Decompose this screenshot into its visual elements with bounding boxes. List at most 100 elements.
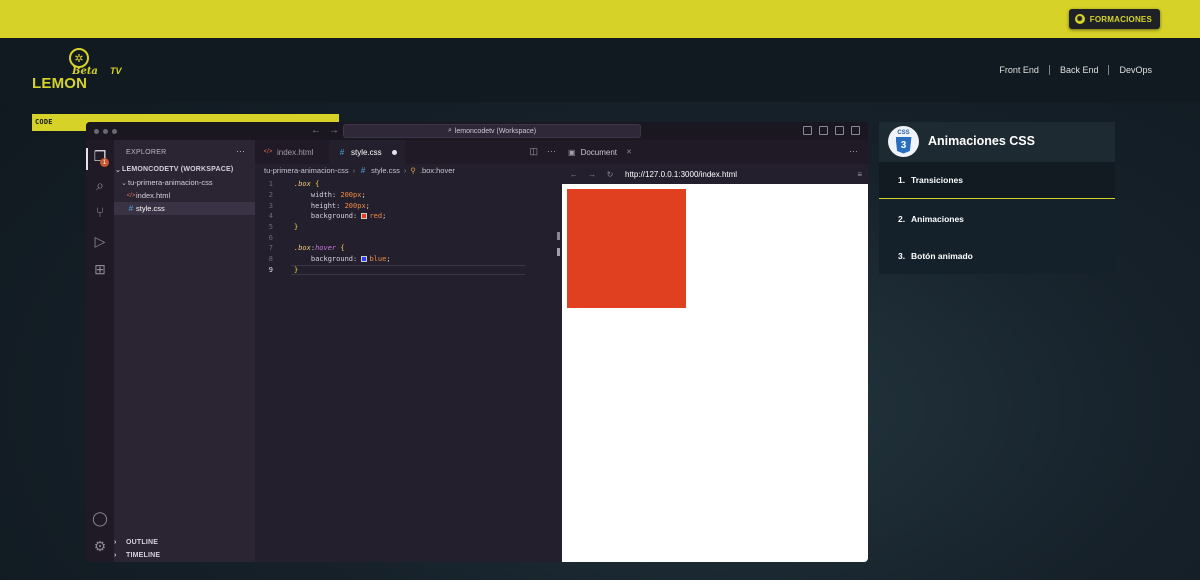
workspace-label: LEMONCODETV (WORKSPACE) [122, 166, 234, 173]
unsaved-dot-icon [391, 149, 397, 155]
code-line: 4 background: red; [268, 212, 387, 221]
main-nav: Front End Back End DevOps [989, 65, 1162, 75]
browser-viewport [562, 184, 868, 562]
settings-gear-icon[interactable]: ⚙ [92, 538, 108, 554]
history-arrows: ← → [311, 125, 339, 136]
breadcrumb-file[interactable]: style.css [371, 166, 400, 175]
code-area[interactable]: 1 .box { 2 width: 200px; 3 height: 200px;… [255, 179, 562, 276]
nav-front-end[interactable]: Front End [989, 65, 1049, 75]
run-debug-icon[interactable]: ▷ [92, 233, 108, 249]
nav-devops[interactable]: DevOps [1109, 65, 1162, 75]
explorer-badge: 1 [100, 158, 109, 167]
file-style-css[interactable]: # style.css [114, 202, 255, 215]
code-line: 5} [268, 223, 299, 232]
red-box[interactable] [567, 189, 686, 308]
lesson-label: Botón animado [911, 250, 973, 261]
minimap-marker [557, 232, 560, 240]
logo-wordmark: LEMON CODE [32, 75, 339, 131]
css-file-icon: # [360, 166, 366, 175]
source-control-icon[interactable]: ⑂ [92, 204, 108, 220]
workspace-root[interactable]: ⌄ LEMONCODETV (WORKSPACE) [114, 163, 255, 176]
html-file-icon: </> [126, 192, 136, 199]
outline-section[interactable]: › OUTLINE [114, 536, 255, 549]
account-icon[interactable]: ◯ [92, 510, 108, 526]
chevron-right-icon: › [403, 166, 407, 175]
lesson-item-transiciones[interactable]: 1. Transiciones [879, 162, 1115, 199]
toggle-panel-icon[interactable] [819, 126, 828, 135]
explorer-title: EXPLORER [126, 149, 167, 156]
more-actions-icon[interactable]: ··· [849, 146, 858, 156]
color-swatch-red[interactable] [361, 213, 368, 220]
formaciones-button[interactable]: ✺ FORMACIONES [1068, 9, 1160, 29]
code-line: 2 width: 200px; [268, 191, 366, 200]
search-icon: ⌕ [447, 127, 452, 134]
close-icon[interactable]: ✕ [626, 148, 632, 156]
timeline-section[interactable]: › TIMELINE [114, 549, 255, 562]
top-bar: ✺ FORMACIONES [0, 0, 1200, 38]
formaciones-label: FORMACIONES [1089, 14, 1152, 24]
split-editor-icon[interactable]: ◫ [529, 146, 538, 157]
course-header: CSS 3 Animaciones CSS [879, 122, 1115, 162]
color-swatch-blue[interactable] [361, 256, 368, 263]
html-file-icon: </> [263, 149, 273, 155]
vscode-window[interactable]: ← → ⌕ lemoncodetv (Workspace) ❐ 1 ⌕ ⑂ ▷ … [86, 122, 868, 562]
more-actions-icon[interactable]: ··· [547, 146, 556, 157]
command-center[interactable]: ⌕ lemoncodetv (Workspace) [343, 124, 641, 138]
code-editor[interactable]: </> index.html # style.css ◫ ··· tu-prim… [255, 140, 562, 562]
css-file-icon: # [128, 204, 134, 213]
tab-label: style.css [351, 147, 382, 157]
selector-icon: ⚲ [410, 166, 416, 175]
vscode-titlebar: ← → ⌕ lemoncodetv (Workspace) [86, 122, 868, 140]
breadcrumb-symbol[interactable]: .box:hover [420, 166, 455, 175]
lesson-number: 2. [898, 213, 906, 224]
editor-actions: ◫ ··· [529, 146, 556, 157]
back-arrow-icon[interactable]: ← [568, 170, 580, 179]
forward-arrow-icon[interactable]: → [586, 170, 598, 179]
explorer-sidebar: EXPLORER ··· ⌄ LEMONCODETV (WORKSPACE) ⌄… [114, 140, 255, 562]
layout-controls [803, 126, 860, 135]
minimap-marker [557, 248, 560, 256]
chevron-down-icon: ⌄ [114, 166, 122, 174]
folder-row[interactable]: ⌄ tu-primera-animacion-css [114, 176, 255, 189]
customize-layout-icon[interactable] [851, 126, 860, 135]
tab-index-html[interactable]: </> index.html [255, 140, 321, 164]
reload-icon[interactable]: ↻ [604, 170, 616, 179]
code-line: 7 .box:hover { [268, 244, 345, 253]
tab-label: index.html [277, 147, 314, 157]
course-panel: CSS 3 Animaciones CSS 1. Transiciones 2.… [879, 122, 1115, 276]
nav-back-end[interactable]: Back End [1050, 65, 1109, 75]
active-indicator [86, 148, 88, 170]
tab-document[interactable]: ▣ Document ✕ [568, 140, 632, 164]
outline-label: OUTLINE [126, 539, 159, 546]
breadcrumb-folder[interactable]: tu-primera-animacion-css [264, 166, 349, 175]
lesson-item-boton-animado[interactable]: 3. Botón animado [879, 237, 1115, 274]
code-line: 8 background: blue; [268, 255, 391, 264]
simple-browser[interactable]: ▣ Document ✕ ··· ← → ↻ http://127.0.0.1:… [562, 140, 868, 562]
lesson-item-animaciones[interactable]: 2. Animaciones [879, 200, 1115, 237]
browser-icon: ▣ [568, 147, 576, 157]
url-input[interactable]: http://127.0.0.1:3000/index.html [625, 170, 737, 179]
lemoncode-tv-logo[interactable]: ✲ Beta TV LEMON CODE [32, 48, 339, 131]
gear-icon: ✺ [1074, 14, 1085, 24]
file-index-html[interactable]: </> index.html [114, 189, 255, 202]
tab-style-css[interactable]: # style.css [329, 140, 405, 164]
forward-arrow-icon[interactable]: → [329, 125, 339, 136]
css3-logo-icon: CSS 3 [888, 126, 919, 157]
css-file-icon: # [339, 147, 345, 157]
breadcrumb: tu-primera-animacion-css › # style.css ›… [264, 164, 455, 177]
extensions-icon[interactable]: ⊞ [92, 261, 108, 277]
toggle-sidebar-icon[interactable] [803, 126, 812, 135]
back-arrow-icon[interactable]: ← [311, 125, 321, 136]
menu-icon[interactable]: ≡ [857, 170, 862, 179]
file-label: index.html [136, 191, 171, 200]
folder-label: tu-primera-animacion-css [128, 178, 213, 187]
explorer-more-icon[interactable]: ··· [236, 146, 245, 156]
chevron-right-icon: › [114, 539, 117, 546]
toggle-secondary-sidebar-icon[interactable] [835, 126, 844, 135]
editor-tabs: </> index.html # style.css ◫ ··· [255, 140, 562, 164]
logo-tv: TV [110, 66, 122, 76]
search-icon[interactable]: ⌕ [92, 177, 108, 193]
timeline-label: TIMELINE [126, 552, 161, 559]
code-line-current: 9} [255, 264, 562, 276]
logo-lemon: LEMON [32, 75, 88, 92]
